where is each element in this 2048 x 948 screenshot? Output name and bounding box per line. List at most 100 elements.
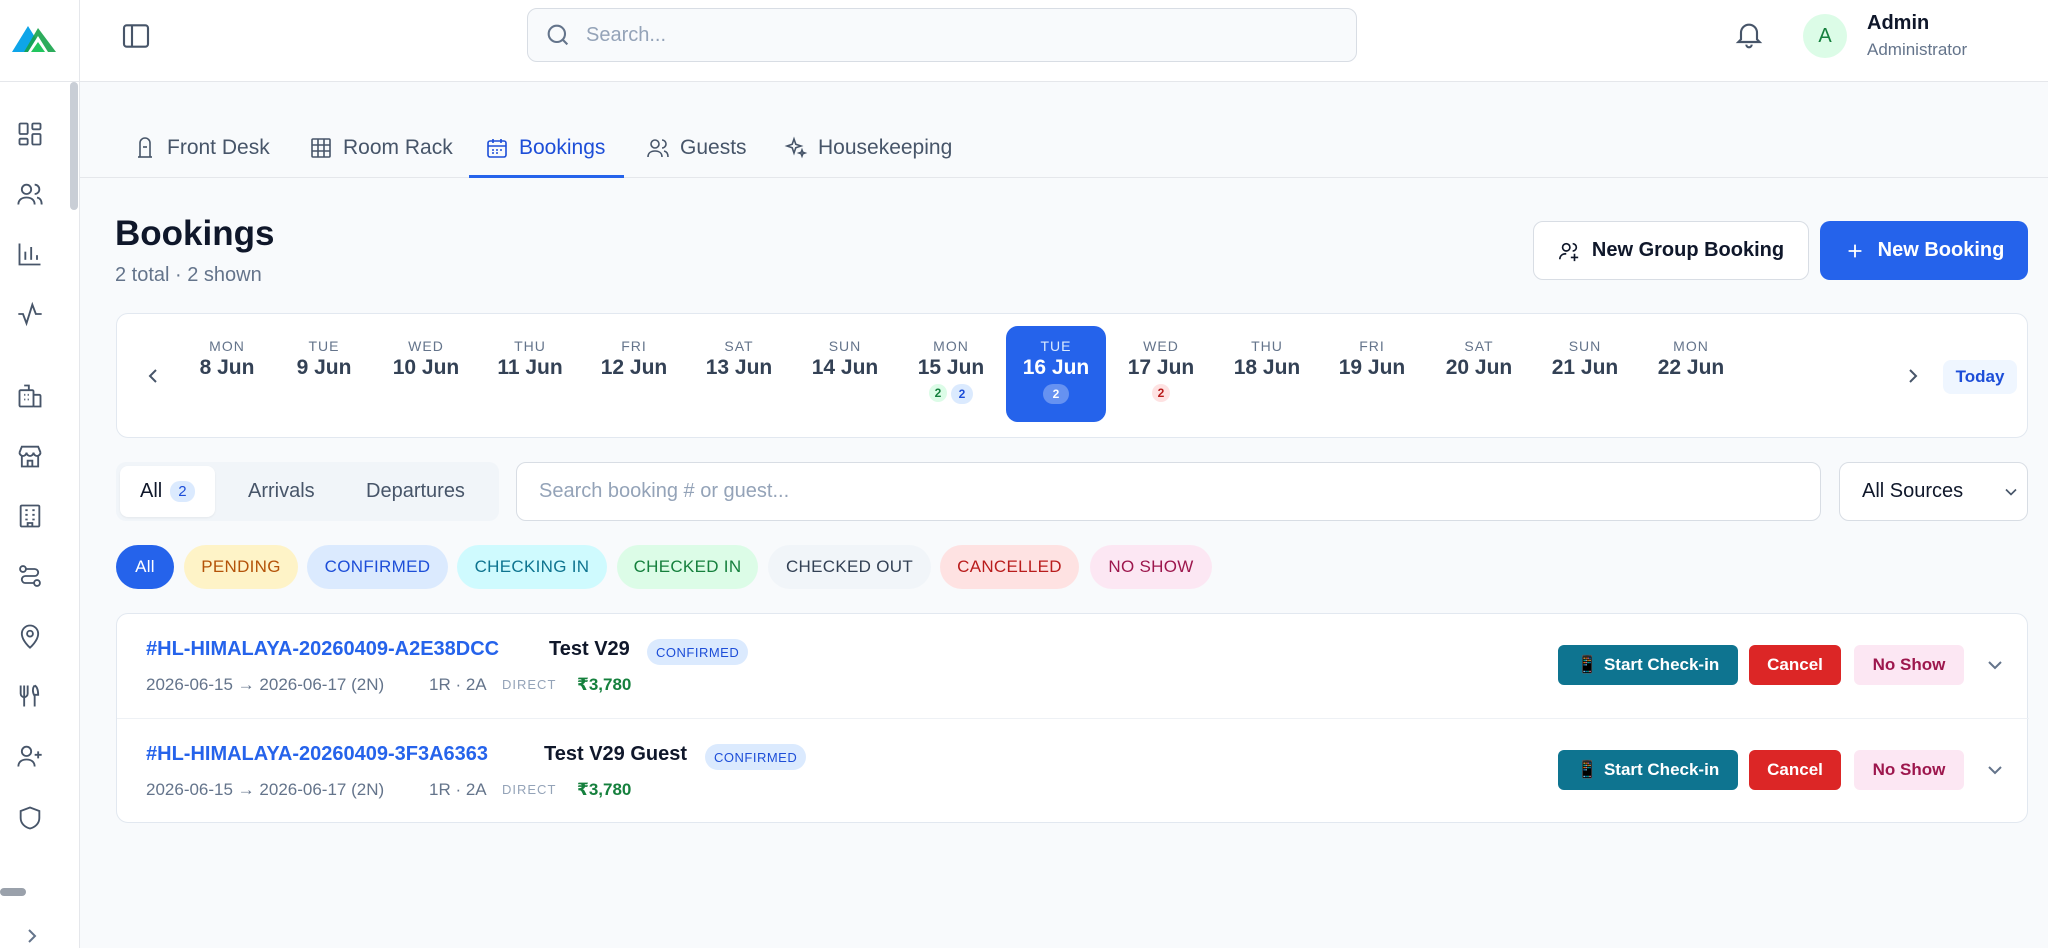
day-date: 20 Jun <box>1445 356 1513 379</box>
booking-row[interactable]: #HL-HIMALAYA-20260409-3F3A6363 Test V29 … <box>117 718 2029 822</box>
status-chip-cancelled[interactable]: CANCELLED <box>940 545 1079 589</box>
day-of-week: MON <box>209 338 245 354</box>
date-cell[interactable]: TUE 9 Jun <box>274 326 374 422</box>
date-cell[interactable]: MON 15 Jun 2 2 <box>901 326 1001 422</box>
booking-number-link[interactable]: #HL-HIMALAYA-20260409-A2E38DCC <box>146 638 499 661</box>
no-show-button[interactable]: No Show <box>1854 750 1964 790</box>
panel-toggle-icon[interactable] <box>120 20 152 52</box>
day-of-week: THU <box>514 338 546 354</box>
date-cell[interactable]: MON 8 Jun <box>177 326 277 422</box>
activity-icon[interactable] <box>14 298 46 330</box>
chevron-down-icon[interactable] <box>1983 758 2007 782</box>
segment-arrivals[interactable]: Arrivals <box>248 466 315 517</box>
booking-amount: ₹3,780 <box>577 675 632 694</box>
day-of-week: FRI <box>621 338 647 354</box>
sparkles-icon <box>784 136 808 159</box>
tab-front-desk[interactable]: Front Desk <box>133 118 270 178</box>
map-pin-icon[interactable] <box>14 620 46 652</box>
stay-dates: 2026-06-15 → 2026-06-17 (2N) <box>146 780 385 799</box>
tab-room-rack[interactable]: Room Rack <box>309 118 453 178</box>
date-strip: MON 8 Jun TUE 9 Jun WED 10 Jun THU 11 Ju… <box>116 313 2028 438</box>
date-cell[interactable]: THU 11 Jun <box>480 326 580 422</box>
status-chip-checked-out[interactable]: CHECKED OUT <box>768 545 931 589</box>
tab-label: Guests <box>680 136 747 159</box>
date-cell[interactable]: FRI 19 Jun <box>1322 326 1422 422</box>
users-icon[interactable] <box>14 178 46 210</box>
date-cell[interactable]: SUN 21 Jun <box>1535 326 1635 422</box>
date-cell[interactable]: SAT 20 Jun <box>1429 326 1529 422</box>
store-icon[interactable] <box>14 440 46 472</box>
notifications-bell-icon[interactable] <box>1733 18 1765 50</box>
booking-search-input[interactable] <box>517 463 1820 520</box>
date-cell[interactable]: MON 22 Jun <box>1641 326 1741 422</box>
chevron-right-icon[interactable] <box>1901 364 1925 388</box>
chevron-down-icon[interactable] <box>1983 653 2007 677</box>
status-chip-checking-in[interactable]: CHECKING IN <box>457 545 607 589</box>
date-cell-selected[interactable]: TUE 16 Jun 2 <box>1006 326 1106 422</box>
date-cell[interactable]: WED 17 Jun 2 <box>1111 326 1211 422</box>
booking-number-link[interactable]: #HL-HIMALAYA-20260409-3F3A6363 <box>146 743 488 766</box>
cancel-booking-button[interactable]: Cancel <box>1749 645 1841 685</box>
new-group-booking-button[interactable]: New Group Booking <box>1533 221 1809 280</box>
date-cell[interactable]: WED 10 Jun <box>376 326 476 422</box>
day-date: 21 Jun <box>1551 356 1619 379</box>
date-cell[interactable]: SUN 14 Jun <box>795 326 895 422</box>
start-checkin-button[interactable]: 📱 Start Check-in <box>1558 645 1738 685</box>
date-cell[interactable]: THU 18 Jun <box>1217 326 1317 422</box>
start-checkin-button[interactable]: 📱 Start Check-in <box>1558 750 1738 790</box>
status-chip-no-show[interactable]: NO SHOW <box>1090 545 1212 589</box>
tab-housekeeping[interactable]: Housekeeping <box>784 118 952 178</box>
tab-guests[interactable]: Guests <box>646 118 747 178</box>
segment-all[interactable]: All 2 <box>120 466 215 517</box>
status-chip-pending[interactable]: PENDING <box>184 545 298 589</box>
source-select-value: All Sources <box>1862 480 1964 502</box>
user-avatar[interactable]: A <box>1803 14 1847 58</box>
day-date: 13 Jun <box>705 356 773 379</box>
user-name[interactable]: Admin <box>1867 12 1929 35</box>
tab-bookings[interactable]: Bookings <box>485 118 605 178</box>
hotel-icon[interactable] <box>14 500 46 532</box>
today-button[interactable]: Today <box>1943 360 2017 394</box>
source-select[interactable]: All Sources <box>1839 462 2028 521</box>
app-logo[interactable] <box>10 18 58 54</box>
page-title: Bookings <box>115 214 275 253</box>
global-search-input[interactable] <box>586 23 1326 47</box>
sidebar-horizontal-scrollbar[interactable] <box>0 888 26 896</box>
count-badge: 2 <box>170 481 195 502</box>
status-chip-confirmed[interactable]: CONFIRMED <box>307 545 448 589</box>
date-cell[interactable]: FRI 12 Jun <box>584 326 684 422</box>
button-label: New Booking <box>1877 239 2005 261</box>
utensils-icon[interactable] <box>14 680 46 712</box>
button-label: New Group Booking <box>1591 239 1785 261</box>
button-label: Start Check-in <box>1603 760 1720 779</box>
date-cell[interactable]: SAT 13 Jun <box>689 326 789 422</box>
global-search[interactable] <box>527 8 1357 62</box>
booking-search-field[interactable] <box>516 462 1821 521</box>
dashboard-icon[interactable] <box>14 118 46 150</box>
day-of-week: MON <box>1673 338 1709 354</box>
shield-icon[interactable] <box>14 802 46 834</box>
day-of-week: SAT <box>1464 338 1494 354</box>
bar-chart-icon[interactable] <box>14 238 46 270</box>
tab-label: Front Desk <box>167 136 270 159</box>
user-plus-icon[interactable] <box>14 740 46 772</box>
building-icon[interactable] <box>14 380 46 412</box>
route-icon[interactable] <box>14 560 46 592</box>
status-badge: CONFIRMED <box>647 639 749 665</box>
sidebar-scrollbar[interactable] <box>70 82 78 210</box>
day-date: 18 Jun <box>1233 356 1301 379</box>
plus-icon <box>1848 244 1862 257</box>
no-show-button[interactable]: No Show <box>1854 645 1964 685</box>
rooms-guests: 1R · 2A <box>429 780 487 799</box>
tab-label: Bookings <box>519 136 606 159</box>
day-of-week: SUN <box>1568 338 1602 354</box>
booking-row[interactable]: #HL-HIMALAYA-20260409-A2E38DCC Test V29 … <box>117 614 2029 718</box>
new-booking-button[interactable]: New Booking <box>1820 221 2028 280</box>
stay-dates: 2026-06-15 → 2026-06-17 (2N) <box>146 675 385 694</box>
segment-departures[interactable]: Departures <box>366 466 465 517</box>
status-chip-checked-in[interactable]: CHECKED IN <box>617 545 758 589</box>
chevron-left-icon[interactable] <box>141 364 165 388</box>
cancel-booking-button[interactable]: Cancel <box>1749 750 1841 790</box>
expand-sidebar-icon[interactable] <box>20 924 44 948</box>
status-chip-all[interactable]: All <box>116 545 174 589</box>
